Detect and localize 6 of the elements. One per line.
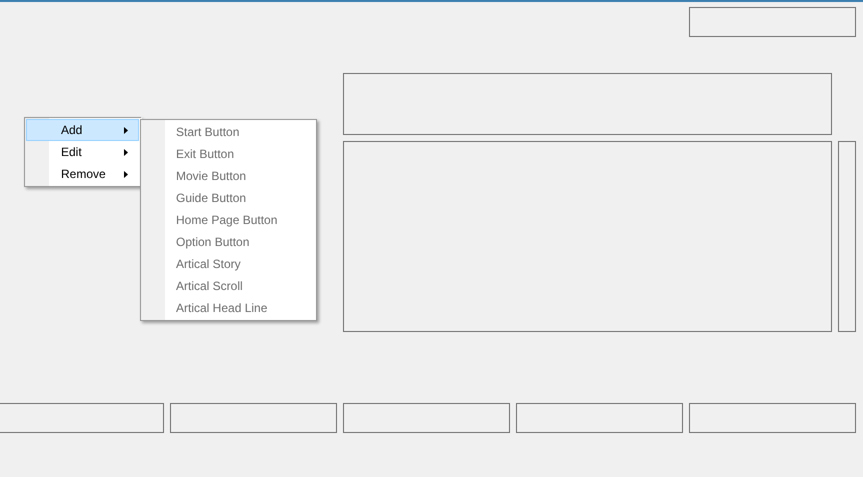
submenu-arrow-icon [124, 170, 128, 178]
menu-item[interactable]: Remove [26, 163, 139, 185]
menu-item[interactable]: Edit [26, 141, 139, 163]
submenu-arrow-icon [124, 126, 128, 134]
menu-item[interactable]: Add [26, 119, 139, 141]
submenu-arrow-icon [124, 148, 128, 156]
